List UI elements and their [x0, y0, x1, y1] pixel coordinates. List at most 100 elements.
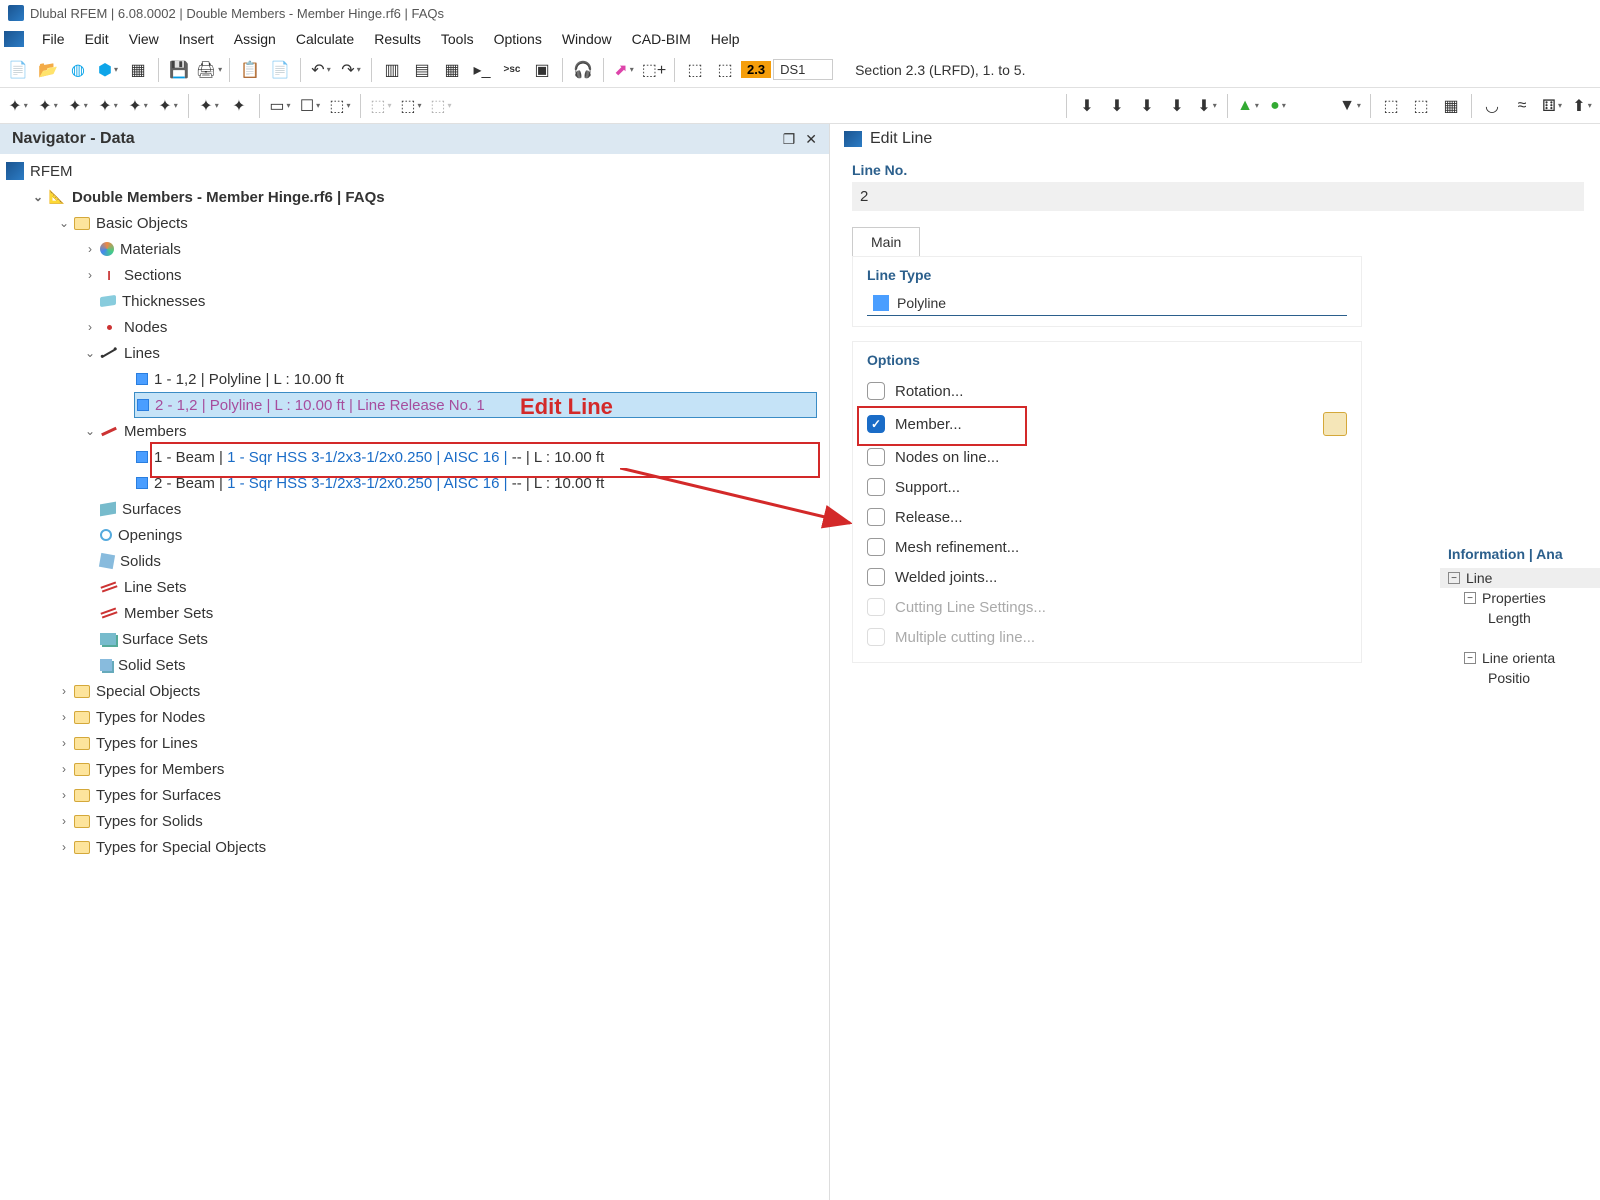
- table2-icon[interactable]: ▤: [408, 56, 436, 84]
- render1-icon[interactable]: ◡: [1478, 92, 1506, 120]
- panel-icon[interactable]: ▣: [528, 56, 556, 84]
- expander-icon[interactable]: ›: [56, 788, 72, 802]
- tree-types-nodes[interactable]: ›Types for Nodes: [0, 704, 829, 730]
- tree-lines[interactable]: ⌄Lines: [0, 340, 829, 366]
- info-orientation-row[interactable]: −Line orienta: [1440, 648, 1600, 668]
- set3-tool-icon[interactable]: ⬚: [427, 92, 455, 120]
- checkbox-checked-icon[interactable]: ✓: [867, 415, 885, 433]
- checkbox-icon[interactable]: [867, 478, 885, 496]
- doc1-icon[interactable]: 📋: [236, 56, 264, 84]
- view2-icon[interactable]: ⬚: [1407, 92, 1435, 120]
- checkbox-icon[interactable]: [867, 382, 885, 400]
- option-release[interactable]: Release...: [867, 502, 1347, 532]
- menu-cad-bim[interactable]: CAD-BIM: [622, 28, 701, 50]
- tree-types-special[interactable]: ›Types for Special Objects: [0, 834, 829, 860]
- tree-line-1[interactable]: 1 - 1,2 | Polyline | L : 10.00 ft: [0, 366, 829, 392]
- tree-materials[interactable]: ›Materials: [0, 236, 829, 262]
- option-welded-joints[interactable]: Welded joints...: [867, 562, 1347, 592]
- layer1-icon[interactable]: ⬚: [681, 56, 709, 84]
- menu-assign[interactable]: Assign: [224, 28, 286, 50]
- hinge-tool-icon[interactable]: ●: [1264, 92, 1292, 120]
- option-nodes-on-line[interactable]: Nodes on line...: [867, 442, 1347, 472]
- expander-icon[interactable]: ›: [56, 814, 72, 828]
- tree-openings[interactable]: ›Openings: [0, 522, 829, 548]
- tree-thicknesses[interactable]: ›Thicknesses: [0, 288, 829, 314]
- restore-icon[interactable]: ❐: [783, 131, 796, 148]
- option-support[interactable]: Support...: [867, 472, 1347, 502]
- nav-icon[interactable]: ▦: [438, 56, 466, 84]
- solid-tool-icon[interactable]: ✦: [225, 92, 253, 120]
- expander-icon[interactable]: ›: [56, 762, 72, 776]
- expander-icon[interactable]: ›: [56, 684, 72, 698]
- tree-line-2-selected[interactable]: 2 - 1,2 | Polyline | L : 10.00 ft | Line…: [134, 392, 817, 418]
- collapse-icon[interactable]: −: [1448, 572, 1460, 584]
- menu-results[interactable]: Results: [364, 28, 431, 50]
- load1-icon[interactable]: ⬇: [1073, 92, 1101, 120]
- table1-icon[interactable]: ▥: [378, 56, 406, 84]
- expander-icon[interactable]: ⌄: [82, 346, 98, 360]
- line-tool-icon[interactable]: ✦: [34, 92, 62, 120]
- tree-nodes[interactable]: ›Nodes: [0, 314, 829, 340]
- tree-members[interactable]: ⌄Members: [0, 418, 829, 444]
- tree-solid-sets[interactable]: ›Solid Sets: [0, 652, 829, 678]
- checkbox-icon[interactable]: [867, 448, 885, 466]
- info-properties-row[interactable]: −Properties: [1440, 588, 1600, 608]
- menu-tools[interactable]: Tools: [431, 28, 484, 50]
- tree-root-rfem[interactable]: RFEM: [0, 158, 829, 184]
- block-icon[interactable]: ▦: [124, 56, 152, 84]
- load4-icon[interactable]: ⬇: [1163, 92, 1191, 120]
- tree-surfaces[interactable]: ›Surfaces: [0, 496, 829, 522]
- menu-file[interactable]: File: [32, 28, 75, 50]
- tree-member-2[interactable]: 2 - Beam | 1 - Sqr HSS 3-1/2x3-1/2x0.250…: [0, 470, 829, 496]
- menu-edit[interactable]: Edit: [75, 28, 119, 50]
- tree-special-objects[interactable]: ›Special Objects: [0, 678, 829, 704]
- expander-icon[interactable]: ⌄: [30, 190, 46, 204]
- line-type-select[interactable]: Polyline: [867, 291, 1347, 316]
- collapse-icon[interactable]: −: [1464, 652, 1476, 664]
- tree-line-sets[interactable]: ›Line Sets: [0, 574, 829, 600]
- box-tool-icon[interactable]: ☐: [296, 92, 324, 120]
- tree-project[interactable]: ⌄📐Double Members - Member Hinge.rf6 | FA…: [0, 184, 829, 210]
- tree-member-1[interactable]: 1 - Beam | 1 - Sqr HSS 3-1/2x3-1/2x0.250…: [0, 444, 829, 470]
- option-mesh-refinement[interactable]: Mesh refinement...: [867, 532, 1347, 562]
- design-code-field[interactable]: DS1: [773, 59, 833, 80]
- polyline-tool-icon[interactable]: ✦: [94, 92, 122, 120]
- view3-icon[interactable]: ▦: [1437, 92, 1465, 120]
- checkbox-icon[interactable]: [867, 538, 885, 556]
- cloud-icon[interactable]: ◍: [64, 56, 92, 84]
- member-tool-icon[interactable]: ✦: [124, 92, 152, 120]
- undo-icon[interactable]: ↶: [307, 56, 335, 84]
- script-icon[interactable]: >sc: [498, 56, 526, 84]
- expander-icon[interactable]: ›: [56, 840, 72, 854]
- tab-main[interactable]: Main: [852, 227, 920, 257]
- dice-icon[interactable]: ⚅: [1538, 92, 1566, 120]
- extrude-tool-icon[interactable]: ⬚: [326, 92, 354, 120]
- menu-help[interactable]: Help: [701, 28, 750, 50]
- surface-tool-icon[interactable]: ✦: [154, 92, 182, 120]
- tree-solids[interactable]: ›Solids: [0, 548, 829, 574]
- expander-icon[interactable]: ⌄: [82, 424, 98, 438]
- set2-tool-icon[interactable]: ⬚: [397, 92, 425, 120]
- set-tool-icon[interactable]: ⬚: [367, 92, 395, 120]
- expander-icon[interactable]: ›: [56, 710, 72, 724]
- arc-tool-icon[interactable]: ✦: [64, 92, 92, 120]
- tree-types-solids[interactable]: ›Types for Solids: [0, 808, 829, 834]
- save-icon[interactable]: 💾: [165, 56, 193, 84]
- load5-icon[interactable]: ⬇: [1193, 92, 1221, 120]
- support-icon[interactable]: 🎧: [569, 56, 597, 84]
- edit-member-icon[interactable]: [1323, 412, 1347, 436]
- line-no-input[interactable]: 2: [852, 182, 1584, 211]
- tree-basic-objects[interactable]: ⌄Basic Objects: [0, 210, 829, 236]
- node-tool-icon[interactable]: ✦: [4, 92, 32, 120]
- filter-icon[interactable]: ▼: [1336, 92, 1364, 120]
- expander-icon[interactable]: ›: [82, 242, 98, 256]
- load3-icon[interactable]: ⬇: [1133, 92, 1161, 120]
- redo-icon[interactable]: ↷: [337, 56, 365, 84]
- expander-icon[interactable]: ›: [56, 736, 72, 750]
- menu-view[interactable]: View: [119, 28, 169, 50]
- close-icon[interactable]: ✕: [805, 131, 817, 148]
- menu-options[interactable]: Options: [484, 28, 552, 50]
- axis-icon[interactable]: ⬆: [1568, 92, 1596, 120]
- opening-tool-icon[interactable]: ✦: [195, 92, 223, 120]
- menu-calculate[interactable]: Calculate: [286, 28, 364, 50]
